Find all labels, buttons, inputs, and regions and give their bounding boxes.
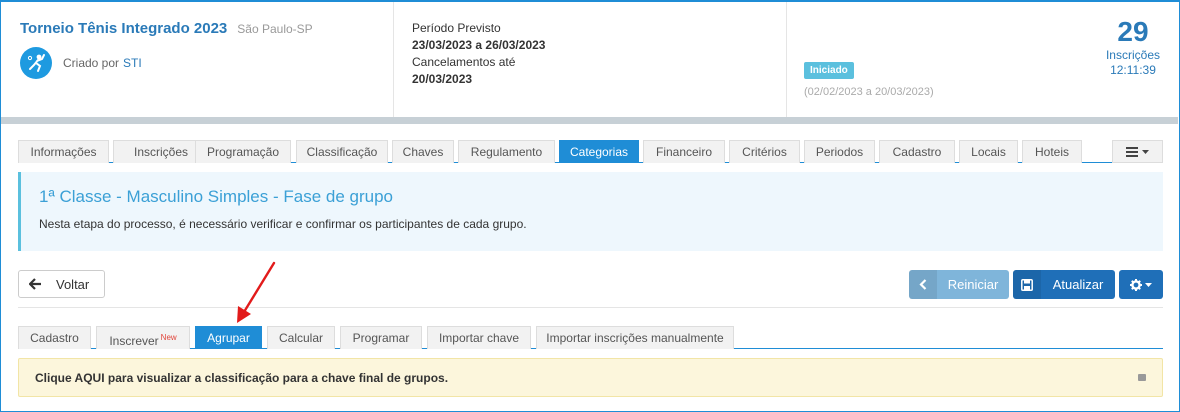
event-title[interactable]: Torneio Tênis Integrado 2023 xyxy=(20,20,227,37)
subtab-programar[interactable]: Programar xyxy=(340,326,422,349)
divider xyxy=(393,2,394,117)
subtab-inscrever[interactable]: Inscrever New xyxy=(96,326,190,349)
clock-time: 12:11:39 xyxy=(1110,63,1156,77)
status-info: Iniciado (02/02/2023 a 20/03/2023) xyxy=(804,62,934,98)
subtab-calcular[interactable]: Calcular xyxy=(267,326,335,349)
tab-informacoes[interactable]: Informações xyxy=(18,140,109,163)
caret-down-icon xyxy=(1142,149,1149,154)
save-icon xyxy=(1013,270,1041,299)
tab-categorias[interactable]: Categorias xyxy=(559,140,639,163)
tab-periodos[interactable]: Periodos xyxy=(804,140,875,163)
menu-dropdown-button[interactable] xyxy=(1112,140,1163,163)
tab-programacao[interactable]: Programação xyxy=(195,140,291,163)
tab-locais[interactable]: Locais xyxy=(959,140,1018,163)
sub-tab-bar: Cadastro Inscrever New Agrupar Calcular P… xyxy=(18,326,1163,349)
new-badge: New xyxy=(160,333,177,342)
period-label: Período Previsto xyxy=(412,21,501,35)
gear-icon xyxy=(1130,278,1142,291)
subtab-importar-chave[interactable]: Importar chave xyxy=(427,326,531,349)
period-info: Período Previsto 23/03/2023 a 26/03/2023… xyxy=(412,20,545,88)
settings-dropdown-button[interactable] xyxy=(1119,270,1163,299)
tab-cadastro[interactable]: Cadastro xyxy=(879,140,955,163)
tab-regulamento[interactable]: Regulamento xyxy=(458,140,555,163)
registration-range: (02/02/2023 a 20/03/2023) xyxy=(804,86,934,98)
event-location: São Paulo-SP xyxy=(237,22,313,36)
creator-link[interactable]: STI xyxy=(123,56,142,70)
tab-classificacao[interactable]: Classificação xyxy=(296,140,388,163)
event-header: Torneio Tênis Integrado 2023 São Paulo-S… xyxy=(1,2,1178,117)
tennis-player-logo-icon xyxy=(20,47,52,79)
status-badge: Iniciado xyxy=(804,62,854,79)
cancel-date: 20/03/2023 xyxy=(412,72,473,86)
divider xyxy=(786,2,787,117)
created-by-label: Criado por xyxy=(63,56,120,70)
chevron-left-icon xyxy=(909,270,937,299)
stage-heading: 1ª Classe - Masculino Simples - Fase de … xyxy=(39,187,393,206)
back-button[interactable]: Voltar xyxy=(18,270,105,298)
atualizar-label: Atualizar xyxy=(1052,277,1104,292)
subtab-inscrever-label: Inscrever xyxy=(109,334,159,348)
reiniciar-button[interactable]: Reiniciar xyxy=(909,270,1009,299)
subtab-importar-inscricoes[interactable]: Importar inscrições manualmente xyxy=(536,326,734,349)
main-tab-bar: Informações Inscrições Programação Class… xyxy=(18,140,1163,163)
back-button-label: Voltar xyxy=(56,276,90,292)
tab-financeiro[interactable]: Financeiro xyxy=(643,140,725,163)
stage-info-panel: 1ª Classe - Masculino Simples - Fase de … xyxy=(18,172,1163,251)
divider xyxy=(18,307,1163,308)
registration-stats: 29 Inscrições 12:11:39 xyxy=(1106,16,1160,78)
annotation-arrow-icon xyxy=(237,261,276,323)
hamburger-icon xyxy=(1126,146,1138,157)
stage-description: Nesta etapa do processo, é necessário ve… xyxy=(39,217,527,231)
classification-alert[interactable]: Clique AQUI para visualizar a classifica… xyxy=(18,358,1163,397)
subtab-agrupar[interactable]: Agrupar xyxy=(195,326,262,349)
subtab-cadastro[interactable]: Cadastro xyxy=(18,326,91,349)
tab-criterios[interactable]: Critérios xyxy=(729,140,800,163)
atualizar-button[interactable]: Atualizar xyxy=(1013,270,1115,299)
event-summary: Torneio Tênis Integrado 2023 São Paulo-S… xyxy=(20,20,390,79)
arrow-left-icon xyxy=(29,278,41,290)
registration-count-label[interactable]: Inscrições xyxy=(1106,48,1160,63)
tab-hoteis[interactable]: Hoteis xyxy=(1022,140,1082,163)
creator-line: Criado por STI xyxy=(20,47,390,79)
caret-down-icon xyxy=(1145,282,1152,287)
alert-text[interactable]: Clique AQUI para visualizar a classifica… xyxy=(35,371,448,385)
tab-chaves[interactable]: Chaves xyxy=(392,140,454,163)
header-band xyxy=(1,117,1178,124)
registration-count[interactable]: 29 xyxy=(1106,16,1160,48)
period-dates: 23/03/2023 a 26/03/2023 xyxy=(412,38,546,52)
reiniciar-label: Reiniciar xyxy=(947,277,999,292)
cancel-label: Cancelamentos até xyxy=(412,55,516,69)
collapse-icon[interactable] xyxy=(1138,374,1146,381)
